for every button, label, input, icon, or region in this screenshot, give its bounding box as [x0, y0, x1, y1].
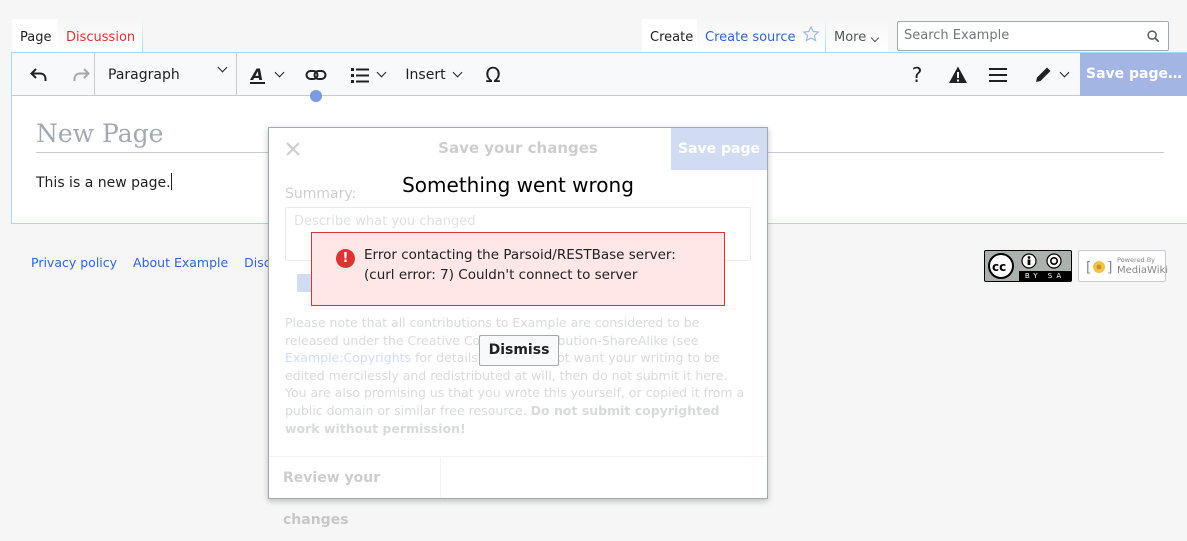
tab-create-label: Create: [650, 30, 694, 45]
special-character-button[interactable]: Ω: [476, 53, 510, 96]
error-title: Something went wrong: [402, 173, 634, 197]
copyrights-link[interactable]: Example:Copyrights: [285, 350, 411, 365]
error-message: Error contacting the Parsoid/RESTBase se…: [364, 247, 676, 283]
tab-create-source-label: Create source: [705, 30, 796, 45]
editor-toolbar: Paragraph A Insert Ω ? Save page…: [12, 53, 1187, 96]
text-style-icon: A: [249, 65, 265, 84]
save-dialog-header: Save your changes Save page: [269, 128, 767, 170]
tab-create-source[interactable]: Create source: [697, 19, 804, 53]
page-body-text: This is a new page.: [36, 175, 171, 191]
paragraph-label: Paragraph: [108, 66, 180, 83]
mediawiki-logo-icon: []: [1084, 260, 1114, 276]
cc-badge-label: BY SA: [1019, 271, 1071, 281]
alert-icon: [949, 66, 967, 83]
more-label: More: [834, 30, 867, 45]
paragraph-format-dropdown[interactable]: Paragraph: [95, 53, 236, 96]
omega-icon: Ω: [485, 62, 501, 87]
link-inspector-dot: [310, 90, 322, 102]
review-changes-button[interactable]: Review your changes: [269, 456, 441, 528]
more-menu[interactable]: More: [826, 19, 888, 53]
save-dialog: Save your changes Save page Summary: Des…: [268, 127, 768, 528]
undo-button[interactable]: [18, 53, 60, 96]
footer-link-privacy[interactable]: Privacy policy: [31, 255, 117, 270]
list-button[interactable]: [342, 53, 392, 96]
error-message-box: ! Error contacting the Parsoid/RESTBase …: [311, 232, 725, 306]
svg-text:A: A: [249, 65, 263, 84]
creative-commons-icon: cc: [988, 253, 1014, 279]
help-icon: ?: [911, 62, 923, 87]
insert-label: Insert: [405, 66, 446, 83]
search-placeholder: Search Example: [904, 28, 1010, 43]
share-alike-icon: [1046, 253, 1062, 269]
tab-discussion[interactable]: Discussion: [58, 19, 144, 53]
pencil-icon: [1035, 67, 1050, 82]
dialog-save-button[interactable]: Save page: [671, 128, 767, 170]
bullet-list-icon: [350, 67, 369, 83]
dismiss-button[interactable]: Dismiss: [479, 335, 559, 366]
insert-menu[interactable]: Insert: [398, 53, 468, 96]
license-notice: Please note that all contributions to Ex…: [285, 314, 751, 437]
watch-star-button[interactable]: [798, 19, 826, 53]
powered-by-mediawiki-badge[interactable]: [] Powered By MediaWiki: [1078, 250, 1169, 282]
error-icon: !: [336, 249, 355, 268]
summary-placeholder: Describe what you changed: [294, 214, 476, 229]
chevron-down-icon: [376, 67, 386, 77]
tab-page-label: Page: [20, 30, 52, 45]
text-cursor: [170, 173, 172, 190]
chevron-down-icon: [452, 67, 463, 77]
edit-mode-button[interactable]: [1024, 53, 1076, 96]
undo-icon: [30, 67, 47, 81]
star-icon: [802, 25, 820, 42]
cc-by-sa-badge[interactable]: cc BY SA: [984, 250, 1072, 282]
link-icon: [305, 69, 327, 80]
tab-create[interactable]: Create: [642, 19, 702, 53]
text-style-button[interactable]: A: [238, 53, 292, 96]
tab-discussion-label: Discussion: [66, 30, 136, 45]
save-page-button[interactable]: Save page…: [1080, 53, 1187, 96]
help-button[interactable]: ?: [900, 53, 934, 96]
notices-button[interactable]: [940, 53, 976, 96]
chevron-down-icon: [870, 33, 880, 43]
chevron-down-icon: [217, 62, 228, 73]
tab-page[interactable]: Page: [12, 19, 60, 53]
menu-icon: [989, 67, 1007, 82]
footer-link-about[interactable]: About Example: [133, 255, 228, 270]
search-input[interactable]: Search Example: [897, 21, 1169, 51]
attribution-icon: [1021, 253, 1037, 269]
powered-by-line2: MediaWiki: [1117, 265, 1169, 276]
redo-icon: [73, 67, 90, 81]
toolbar-divider: [236, 53, 237, 96]
page-body[interactable]: This is a new page.: [36, 173, 172, 191]
svg-text:]: ]: [1106, 260, 1114, 276]
chevron-down-icon: [1059, 67, 1069, 77]
page-options-button[interactable]: [980, 53, 1016, 96]
search-icon[interactable]: [1147, 30, 1160, 43]
svg-text:[: [: [1084, 260, 1092, 276]
chevron-down-icon: [274, 67, 284, 77]
powered-by-line1: Powered By: [1117, 256, 1156, 264]
page-title-placeholder: New Page: [36, 119, 164, 148]
svg-text:cc: cc: [992, 260, 1006, 274]
